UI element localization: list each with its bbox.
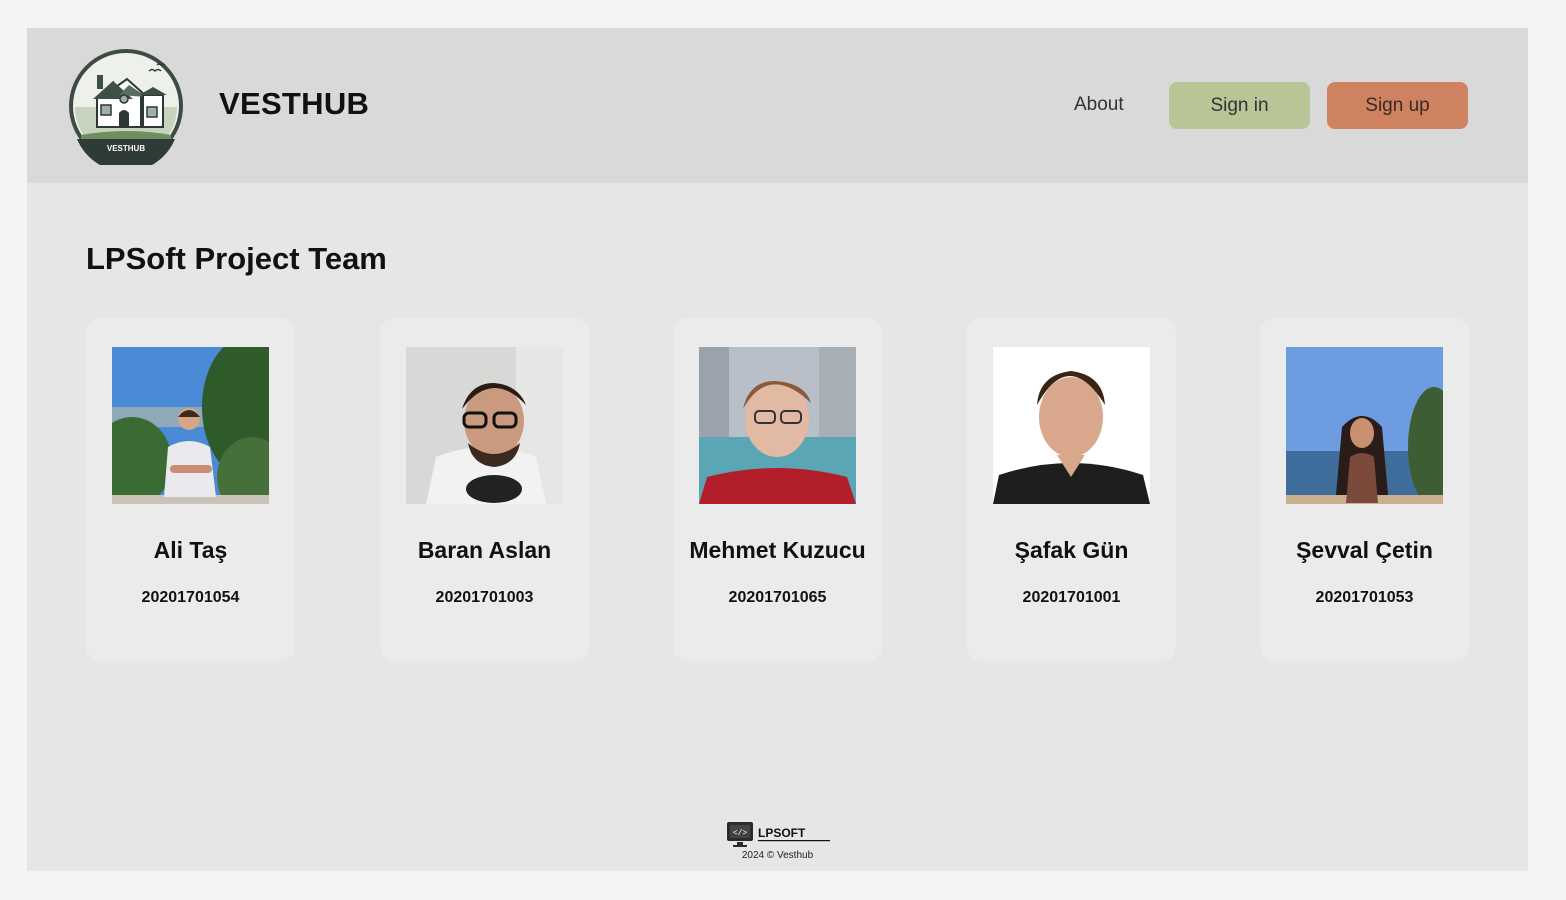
member-id: 20201701001 <box>1022 589 1121 606</box>
member-photo <box>406 347 563 504</box>
vesthub-logo-icon[interactable]: VESTHUB <box>67 47 185 165</box>
team-member-card: Baran Aslan 20201701003 <box>380 318 589 661</box>
svg-text:</>: </> <box>733 829 748 838</box>
member-photo <box>699 347 856 504</box>
team-member-card: Ali Taş 20201701054 <box>86 318 295 661</box>
member-name: Baran Aslan <box>417 537 552 563</box>
team-member-card: Şevval Çetin 20201701053 <box>1260 318 1469 661</box>
nav-about-link[interactable]: About <box>1074 94 1124 116</box>
member-name: Mehmet Kuzucu <box>689 537 866 563</box>
member-photo <box>112 347 269 504</box>
sign-in-button[interactable]: Sign in <box>1169 82 1310 129</box>
member-id: 20201701065 <box>728 589 827 606</box>
page-frame: VESTHUB VESTHUB About Sign in Sign up LP… <box>27 28 1528 871</box>
sign-up-button[interactable]: Sign up <box>1327 82 1468 129</box>
logo-caption: VESTHUB <box>107 144 145 153</box>
member-id: 20201701053 <box>1315 589 1414 606</box>
member-name: Şafak Gün <box>1014 537 1129 563</box>
member-name: Şevval Çetin <box>1296 537 1433 563</box>
member-id: 20201701054 <box>141 589 240 606</box>
member-photo <box>1286 347 1443 504</box>
lpsoft-logo-icon: </> LPSOFT <box>727 822 830 847</box>
company-logo-text: LPSOFT <box>758 826 806 840</box>
member-id: 20201701003 <box>435 589 534 606</box>
footer-copyright: 2024 © Vesthub <box>741 850 814 861</box>
brand-name[interactable]: VESTHUB <box>219 86 369 122</box>
header: VESTHUB VESTHUB About Sign in Sign up <box>27 28 1528 183</box>
member-photo <box>993 347 1150 504</box>
member-name: Ali Taş <box>153 537 228 563</box>
team-member-card: Mehmet Kuzucu 20201701065 <box>673 318 882 661</box>
page-title: LPSoft Project Team <box>86 241 387 276</box>
team-member-card: Şafak Gün 20201701001 <box>967 318 1176 661</box>
